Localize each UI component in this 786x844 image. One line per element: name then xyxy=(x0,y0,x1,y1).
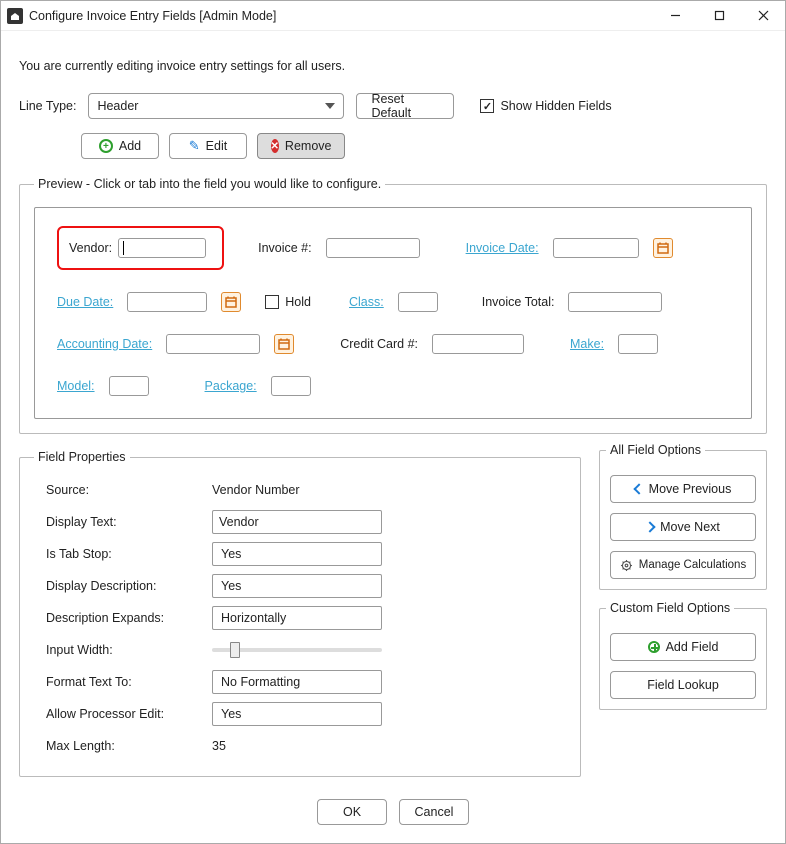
pencil-icon: ✎ xyxy=(189,138,200,154)
format-text-to-dropdown[interactable]: No Formatting xyxy=(212,670,382,694)
app-icon xyxy=(7,8,23,24)
max-length-value: 35 xyxy=(212,739,226,753)
invoice-date-input[interactable] xyxy=(553,238,639,258)
checkbox-checked-icon: ✓ xyxy=(480,99,494,113)
credit-card-no-input[interactable] xyxy=(432,334,524,354)
titlebar: Configure Invoice Entry Fields [Admin Mo… xyxy=(1,1,785,31)
edit-button[interactable]: ✎ Edit xyxy=(169,133,247,159)
info-text: You are currently editing invoice entry … xyxy=(19,41,767,93)
allow-processor-edit-label: Allow Processor Edit: xyxy=(46,707,204,721)
invoice-total-input[interactable] xyxy=(568,292,662,312)
accounting-date-label[interactable]: Accounting Date: xyxy=(57,337,152,351)
is-tab-stop-label: Is Tab Stop: xyxy=(46,547,204,561)
add-field-button[interactable]: Add Field xyxy=(610,633,756,661)
maximize-button[interactable] xyxy=(697,1,741,31)
due-date-label[interactable]: Due Date: xyxy=(57,295,113,309)
display-text-input[interactable]: Vendor xyxy=(212,510,382,534)
line-type-value: Header xyxy=(97,99,138,113)
accounting-date-input[interactable] xyxy=(166,334,260,354)
max-length-label: Max Length: xyxy=(46,739,204,753)
is-tab-stop-dropdown[interactable]: Yes xyxy=(212,542,382,566)
field-properties-group: Field Properties Source: Vendor Number D… xyxy=(19,450,581,777)
invoice-date-calendar-button[interactable] xyxy=(653,238,673,258)
reset-default-button[interactable]: Reset Default xyxy=(356,93,454,119)
preview-group: Preview - Click or tab into the field yo… xyxy=(19,177,767,434)
window-title: Configure Invoice Entry Fields [Admin Mo… xyxy=(29,9,276,23)
manage-calculations-button[interactable]: Manage Calculations xyxy=(610,551,756,579)
invoice-total-label[interactable]: Invoice Total: xyxy=(482,295,555,309)
allow-processor-edit-dropdown[interactable]: Yes xyxy=(212,702,382,726)
preview-legend: Preview - Click or tab into the field yo… xyxy=(34,177,385,191)
input-width-label: Input Width: xyxy=(46,643,204,657)
custom-field-options-legend: Custom Field Options xyxy=(606,601,734,615)
make-input[interactable] xyxy=(618,334,658,354)
show-hidden-checkbox[interactable]: ✓ Show Hidden Fields xyxy=(480,99,611,113)
plus-icon: + xyxy=(99,139,113,153)
chevron-left-icon xyxy=(633,483,644,494)
invoice-no-input[interactable] xyxy=(326,238,420,258)
checkbox-unchecked-icon xyxy=(265,295,279,309)
custom-field-options-group: Custom Field Options Add Field Field Loo… xyxy=(599,608,767,710)
class-label[interactable]: Class: xyxy=(349,295,384,309)
all-field-options-group: All Field Options Move Previous Move Nex… xyxy=(599,450,767,590)
x-icon: ✕ xyxy=(271,139,279,153)
line-type-dropdown[interactable]: Header xyxy=(88,93,344,119)
make-label[interactable]: Make: xyxy=(570,337,604,351)
move-next-button[interactable]: Move Next xyxy=(610,513,756,541)
chevron-down-icon xyxy=(325,103,335,109)
preview-field-vendor-selected[interactable]: Vendor: xyxy=(57,226,224,270)
invoice-no-label[interactable]: Invoice #: xyxy=(258,241,312,255)
display-description-dropdown[interactable]: Yes xyxy=(212,574,382,598)
vendor-label: Vendor: xyxy=(69,241,112,255)
field-lookup-button[interactable]: Field Lookup xyxy=(610,671,756,699)
window: Configure Invoice Entry Fields [Admin Mo… xyxy=(0,0,786,844)
model-input[interactable] xyxy=(109,376,149,396)
plus-icon xyxy=(648,641,660,653)
slider-thumb[interactable] xyxy=(230,642,240,658)
package-input[interactable] xyxy=(271,376,311,396)
due-date-calendar-button[interactable] xyxy=(221,292,241,312)
due-date-input[interactable] xyxy=(127,292,207,312)
line-type-label: Line Type: xyxy=(19,99,76,113)
move-previous-button[interactable]: Move Previous xyxy=(610,475,756,503)
description-expands-dropdown[interactable]: Horizontally xyxy=(212,606,382,630)
add-button[interactable]: + Add xyxy=(81,133,159,159)
gear-icon xyxy=(620,559,633,572)
vendor-input[interactable] xyxy=(118,238,206,258)
invoice-date-label[interactable]: Invoice Date: xyxy=(466,241,539,255)
display-description-label: Display Description: xyxy=(46,579,204,593)
hold-checkbox[interactable]: Hold xyxy=(265,295,311,309)
source-value: Vendor Number xyxy=(212,483,300,497)
input-width-slider[interactable] xyxy=(212,648,382,652)
display-text-label: Display Text: xyxy=(46,515,204,529)
format-text-to-label: Format Text To: xyxy=(46,675,204,689)
description-expands-label: Description Expands: xyxy=(46,611,204,625)
chevron-right-icon xyxy=(644,521,655,532)
minimize-button[interactable] xyxy=(653,1,697,31)
close-button[interactable] xyxy=(741,1,785,31)
class-input[interactable] xyxy=(398,292,438,312)
field-properties-legend: Field Properties xyxy=(34,450,130,464)
package-label[interactable]: Package: xyxy=(205,379,257,393)
accounting-date-calendar-button[interactable] xyxy=(274,334,294,354)
cancel-button[interactable]: Cancel xyxy=(399,799,469,825)
model-label[interactable]: Model: xyxy=(57,379,95,393)
source-label: Source: xyxy=(46,483,204,497)
remove-button[interactable]: ✕ Remove xyxy=(257,133,345,159)
all-field-options-legend: All Field Options xyxy=(606,443,705,457)
ok-button[interactable]: OK xyxy=(317,799,387,825)
credit-card-no-label[interactable]: Credit Card #: xyxy=(340,337,418,351)
